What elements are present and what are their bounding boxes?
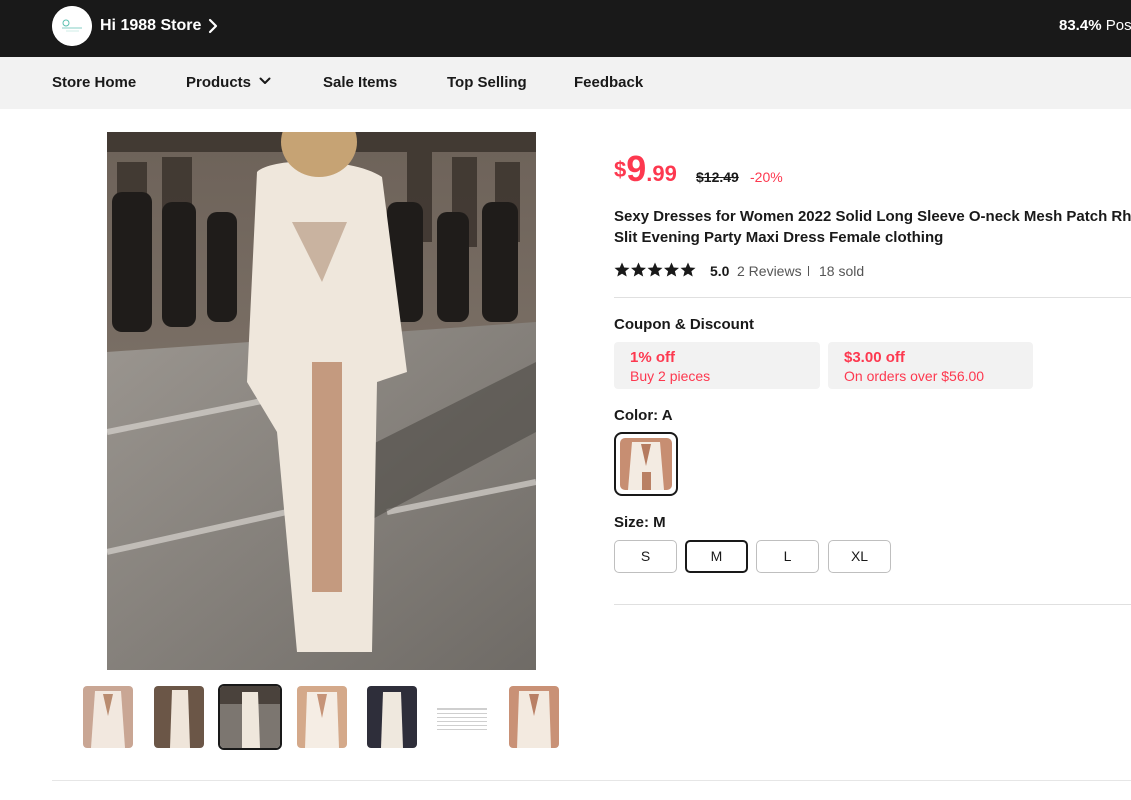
current-price: $9.99 (614, 148, 677, 190)
thumbnail-2[interactable] (154, 686, 204, 748)
bottom-divider (52, 780, 1131, 781)
thumbnail-6-size-chart[interactable] (433, 686, 491, 748)
positive-rate: 83.4% (1059, 17, 1102, 34)
thumbnail-3[interactable] (218, 684, 282, 750)
coupon-1[interactable]: 1% off Buy 2 pieces (614, 342, 820, 389)
positive-label: Pos (1105, 17, 1131, 34)
thumbnail-7[interactable] (509, 686, 559, 748)
size-option-m[interactable]: M (685, 540, 748, 573)
chevron-right-icon[interactable] (206, 17, 220, 35)
star-icon (631, 262, 646, 277)
thumbnail-5[interactable] (367, 686, 417, 748)
discount-percent: -20% (750, 169, 783, 185)
divider (614, 604, 1131, 605)
product-title: Sexy Dresses for Women 2022 Solid Long S… (614, 206, 1131, 248)
star-icon (664, 262, 679, 277)
star-icon (614, 262, 630, 277)
star-rating (614, 262, 696, 277)
product-title-line-1: Sexy Dresses for Women 2022 Solid Long S… (614, 208, 1131, 225)
sold-count: 18 sold (819, 263, 865, 279)
color-label: Color: A (614, 407, 673, 424)
price-integer: 9 (626, 148, 647, 189)
price-currency: $ (614, 157, 627, 182)
size-label: Size: M (614, 514, 666, 531)
thumbnail-1[interactable] (83, 686, 133, 748)
coupon-1-sub: Buy 2 pieces (630, 368, 711, 384)
nav-store-home[interactable]: Store Home (52, 74, 136, 92)
nav-top-selling[interactable]: Top Selling (447, 74, 527, 92)
color-swatch-a[interactable] (614, 432, 678, 496)
thumbnail-strip (80, 684, 565, 752)
price-decimal: .99 (646, 161, 677, 186)
chevron-down-icon (259, 77, 271, 84)
rating-score: 5.0 (710, 263, 730, 279)
rating-separator (808, 266, 809, 276)
nav-products-label: Products (186, 74, 252, 91)
star-icon (647, 262, 663, 277)
thumbnail-4[interactable] (297, 686, 347, 748)
divider (614, 297, 1131, 298)
reviews-link[interactable]: 2 Reviews (737, 263, 802, 279)
store-logo[interactable] (52, 6, 92, 46)
original-price: $12.49 (696, 169, 739, 185)
store-name[interactable]: Hi 1988 Store (100, 16, 201, 36)
product-title-line-2: Slit Evening Party Maxi Dress Female clo… (614, 229, 944, 246)
nav-feedback[interactable]: Feedback (574, 74, 643, 92)
nav-sale-items[interactable]: Sale Items (323, 74, 397, 92)
size-option-s[interactable]: S (614, 540, 677, 573)
size-option-l[interactable]: L (756, 540, 819, 573)
coupon-1-main: 1% off (630, 349, 675, 366)
size-option-xl[interactable]: XL (828, 540, 891, 573)
coupon-section-label: Coupon & Discount (614, 316, 754, 333)
store-nav: Store Home Products Sale Items Top Selli… (0, 57, 1131, 109)
store-positive-feedback: 83.4% Pos (1059, 16, 1131, 36)
nav-products[interactable]: Products (186, 74, 271, 92)
coupon-2[interactable]: $3.00 off On orders over $56.00 (828, 342, 1033, 389)
store-header: Hi 1988 Store 83.4% Pos (0, 0, 1131, 57)
coupon-2-main: $3.00 off (844, 349, 905, 366)
coupon-2-sub: On orders over $56.00 (844, 368, 985, 384)
star-icon (680, 262, 696, 277)
main-product-image[interactable] (107, 132, 536, 670)
